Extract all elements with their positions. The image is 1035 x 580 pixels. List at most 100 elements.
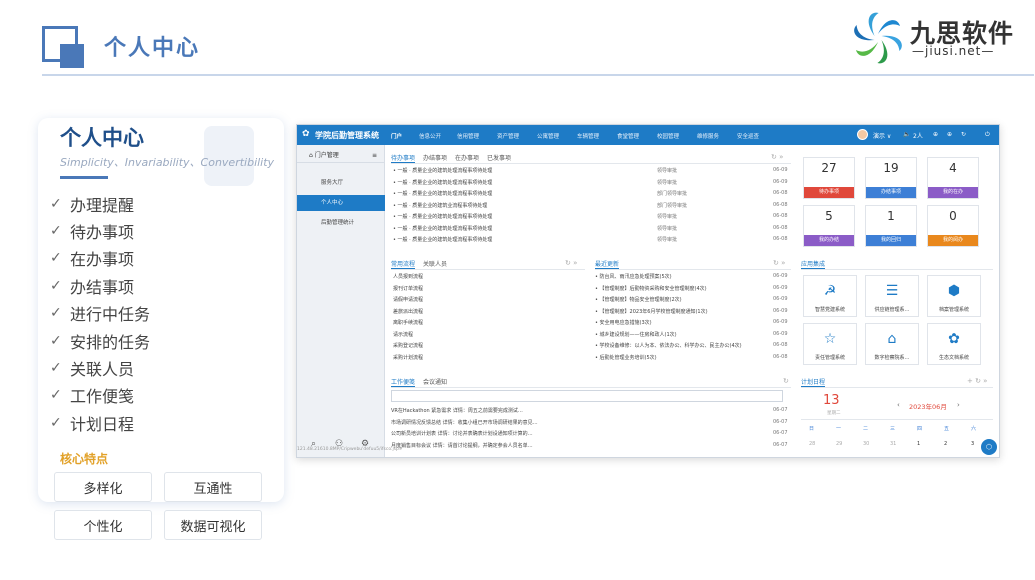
stat-tile[interactable]: 19 办结事项	[865, 157, 917, 199]
flow-row[interactable]: 差旅派出流程	[393, 308, 423, 315]
stat-tile[interactable]: 27 待办事项	[803, 157, 855, 199]
tab-completed[interactable]: 办结事项	[423, 153, 447, 163]
stat-tile[interactable]: 0 我的阅办	[927, 205, 979, 247]
todo-row-step: 领导审批	[657, 168, 678, 174]
tab-related-people[interactable]: 关联人员	[423, 259, 447, 269]
add-refresh-more-icon[interactable]: + ↻ »	[967, 377, 987, 385]
refresh-more-icon[interactable]: ↻ »	[773, 259, 785, 267]
note-row-title[interactable]: 公司新员培训计划表 详情：讨论并表确表计划设通知项计算的…	[391, 430, 533, 437]
flow-row[interactable]: 离职手续流程	[393, 319, 423, 326]
news-row-title[interactable]: • 【管理制度】物品安全管理制度(2次)	[595, 296, 765, 303]
news-row-title[interactable]: • 安全用电应急措施(3次)	[595, 319, 765, 326]
stat-tile[interactable]: 1 我的回归	[865, 205, 917, 247]
calendar-date[interactable]: 1	[917, 441, 920, 447]
card-subtitle: Simplicity、Invariability、Convertibility	[60, 156, 275, 169]
note-row-title[interactable]: 月度销售目标会议 详情：请首讨论提纲，并确定参会人员名单…	[391, 442, 533, 449]
stat-count: 27	[821, 161, 837, 175]
feature-item: ✓ 进行中任务	[50, 305, 151, 325]
app-tile[interactable]: ⬢ 档案管理系统	[927, 275, 981, 317]
calendar-date[interactable]: 2	[944, 441, 947, 447]
refresh-icon[interactable]: ↻	[961, 131, 966, 138]
core-features-label: 核心特点	[60, 452, 109, 466]
app-tile[interactable]: ✿ 生态文档系统	[927, 323, 981, 365]
tab-work-notes[interactable]: 工作便笺	[391, 377, 416, 387]
flow-row[interactable]: 人员报到流程	[393, 273, 423, 280]
sidebar-item-statistics[interactable]: 后勤管理统计	[297, 215, 385, 231]
news-row-title[interactable]: • 防台风、雨汛应急处理预案(5次)	[595, 273, 765, 280]
calendar-date[interactable]: 30	[863, 441, 869, 447]
note-row-title[interactable]: 市场调研情况反馈总结 详情：收集小组已开市场调研结果的意见…	[391, 419, 538, 426]
prev-month-icon[interactable]: ‹	[897, 401, 900, 409]
divider	[391, 269, 585, 270]
calendar-date[interactable]: 28	[809, 441, 815, 447]
flow-row[interactable]: 采购登记流程	[393, 342, 423, 349]
add-icon[interactable]: ⊕	[933, 131, 938, 138]
app-tile[interactable]: ☰ 供应链管理系…	[865, 275, 919, 317]
flow-row[interactable]: 请示流程	[393, 331, 413, 338]
next-month-icon[interactable]: ›	[957, 401, 960, 409]
todo-row-title[interactable]: • 一般 · 质量企业的建筑处理流程事项待处理	[393, 236, 492, 243]
tab-in-progress[interactable]: 在办事项	[455, 153, 479, 163]
todo-row-title[interactable]: • 一般 · 质量企业的建筑处理流程事项待处理	[393, 225, 492, 232]
flow-row[interactable]: 请假申请流程	[393, 296, 423, 303]
nav-info[interactable]: 信息公开	[419, 132, 441, 140]
tab-sent[interactable]: 已发事项	[487, 153, 511, 163]
app-tile[interactable]: ☭ 智慧党建系统	[803, 275, 857, 317]
note-input[interactable]	[391, 390, 783, 402]
news-row-title[interactable]: • 【管理制度】后勤物资采购和安全管理制度(4次)	[595, 285, 765, 292]
floating-action-button[interactable]: ⬡	[981, 439, 997, 455]
avatar[interactable]	[857, 129, 868, 140]
note-row-title[interactable]: VR在Hackathon 紧急需求 详情：周五之前需要完成测试…	[391, 407, 523, 414]
sidebar-item-personal-center[interactable]: 个人中心	[297, 195, 385, 211]
calendar-date[interactable]: 29	[836, 441, 842, 447]
check-icon: ✓	[50, 305, 62, 322]
nav-dorm[interactable]: 公寓管理	[537, 132, 559, 140]
tab-todo[interactable]: 待办事项	[391, 153, 416, 163]
chip-interoperability: 互通性	[164, 472, 262, 502]
nav-home[interactable]: 门户	[391, 132, 402, 140]
refresh-more-icon[interactable]: ↻ »	[565, 259, 577, 267]
nav-safety[interactable]: 安全巡查	[737, 132, 759, 140]
app-label: 责任管理系统	[814, 355, 845, 361]
news-title[interactable]: 最近更新	[595, 259, 620, 269]
todo-row-title[interactable]: • 一般 · 质量企业的建筑处理流程事项待处理	[393, 179, 492, 186]
flow-row[interactable]: 报刊订单流程	[393, 285, 423, 292]
sidebar-item-service-hall[interactable]: 服务大厅	[297, 175, 385, 191]
nav-canteen[interactable]: 食堂管理	[617, 132, 639, 140]
app-tile[interactable]: ☆ 责任管理系统	[803, 323, 857, 365]
news-row-title[interactable]: • 城乡建设规划——住房和政人(1次)	[595, 331, 765, 338]
nav-campus[interactable]: 校园管理	[657, 132, 679, 140]
flow-row[interactable]: 采购计划流程	[393, 354, 423, 361]
power-icon[interactable]: ⏻	[985, 131, 990, 139]
todo-row-title[interactable]: • 一般 · 质量企业的建筑处理流程事项待处理	[393, 190, 492, 197]
speaker-icon[interactable]: 🔈	[903, 131, 910, 138]
nav-credit[interactable]: 信用管理	[457, 132, 479, 140]
nav-assets[interactable]: 资产管理	[497, 132, 519, 140]
nav-repair[interactable]: 维修服务	[697, 132, 719, 140]
stat-label: 待办事项	[804, 187, 854, 198]
stat-label: 办结事项	[866, 187, 916, 198]
refresh-more-icon[interactable]: ↻ »	[771, 153, 783, 161]
news-row-title[interactable]: • 后勤处管理业务培训(5次)	[595, 354, 765, 361]
app-label: 数字检察院系…	[874, 355, 910, 361]
refresh-icon[interactable]: ↻	[783, 377, 789, 385]
todo-row-title[interactable]: • 一般 · 质量企业的建筑处理流程事项待处理	[393, 213, 492, 220]
news-row-title[interactable]: • 学校设备维修：以人为本、依法办公、科学办公、民主办公(4次)	[595, 342, 765, 349]
stat-tile[interactable]: 5 我的办结	[803, 205, 855, 247]
menu-icon[interactable]: ≡	[372, 149, 377, 163]
plus-circle-icon[interactable]: ⊕	[947, 131, 952, 138]
tab-meeting-notice[interactable]: 会议通知	[423, 377, 447, 387]
header-divider	[42, 74, 1034, 76]
news-row-date: 06-08	[773, 353, 788, 360]
calendar-date[interactable]: 3	[971, 441, 974, 447]
user-menu[interactable]: 演示 ∨	[873, 131, 891, 140]
nav-vehicle[interactable]: 车辆管理	[577, 132, 599, 140]
tab-common-flow[interactable]: 常用流程	[391, 259, 416, 269]
todo-row-title[interactable]: • 一般 · 质量企业的建筑处理流程事项待处理	[393, 167, 492, 174]
app-tile[interactable]: ⌂ 数字检察院系…	[865, 323, 919, 365]
calendar-date[interactable]: 31	[890, 441, 896, 447]
stat-tile[interactable]: 4 我的在办	[927, 157, 979, 199]
todo-row-title[interactable]: • 一般 · 质量企业的建筑业流程事项待处理	[393, 202, 487, 209]
news-row-title[interactable]: • 【管理制度】2023年6月学校管理制度通知(1次)	[595, 308, 765, 315]
feature-item: ✓ 办理提醒	[50, 195, 135, 215]
